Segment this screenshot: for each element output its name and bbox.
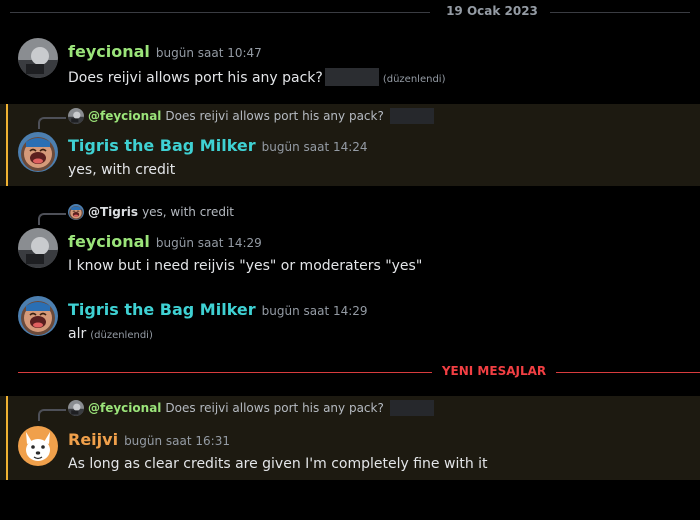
edited-label: (düzenlendi) <box>382 74 446 85</box>
divider-line <box>550 12 690 13</box>
timestamp[interactable]: bugün saat 14:29 <box>262 304 368 318</box>
reply-mention[interactable]: @feycional <box>88 401 161 415</box>
timestamp[interactable]: bugün saat 14:29 <box>156 236 262 250</box>
author-name[interactable]: feycional <box>68 232 150 251</box>
message-item[interactable]: Tigris the Bag Milker bugün saat 14:29 al… <box>0 292 700 352</box>
reply-mention[interactable]: @feycional <box>88 109 161 123</box>
avatar[interactable] <box>18 426 58 466</box>
author-name[interactable]: feycional <box>68 42 150 61</box>
date-divider: 19 Ocak 2023 <box>0 0 700 24</box>
reply-text[interactable]: Does reijvi allows port his any pack? <box>165 109 383 123</box>
mention-highlight-bar <box>6 104 8 186</box>
message-item[interactable]: feycional bugün saat 10:47 Does reijvi al… <box>0 36 700 92</box>
timestamp[interactable]: bugün saat 10:47 <box>156 46 262 60</box>
reply-text[interactable]: Does reijvi allows port his any pack? <box>165 401 383 415</box>
divider-line <box>10 12 430 13</box>
message-content: alr (düzenlendi) <box>68 326 153 342</box>
edited-label: (düzenlendi) <box>90 330 153 341</box>
message-item[interactable]: @Tigris yes, with credit feycional bugün … <box>0 200 700 282</box>
redacted-block <box>389 108 434 124</box>
message-content: Does reijvi allows port his any pack? (dü… <box>68 68 445 86</box>
chat-message-list: 19 Ocak 2023 feycional bugün saat 10:47 D… <box>0 0 700 520</box>
message-text: yes, with credit <box>68 162 176 178</box>
gray-avatar-icon <box>18 228 58 268</box>
avatar[interactable] <box>18 296 58 336</box>
date-divider-label: 19 Ocak 2023 <box>446 4 538 18</box>
message-text: Does reijvi allows port his any pack? <box>68 70 323 86</box>
message-text: alr <box>68 326 87 342</box>
timestamp[interactable]: bugün saat 14:24 <box>262 140 368 154</box>
redacted-block <box>324 68 379 86</box>
gray-avatar-icon <box>68 400 84 416</box>
avatar[interactable] <box>18 132 58 172</box>
reply-spine <box>38 213 66 225</box>
timestamp[interactable]: bugün saat 16:31 <box>124 434 230 448</box>
divider-line <box>556 372 700 373</box>
message-item-highlighted[interactable]: @feycional Does reijvi allows port his a… <box>0 396 700 480</box>
avatar[interactable] <box>18 38 58 78</box>
author-name[interactable]: Tigris the Bag Milker <box>68 300 256 319</box>
fox-avatar-icon <box>18 426 58 466</box>
mention-highlight-bar <box>6 396 8 480</box>
message-text: I know but i need reijvis "yes" or moder… <box>68 258 423 274</box>
reply-mention[interactable]: @Tigris <box>88 205 138 219</box>
laughing-face-avatar-icon <box>68 204 84 220</box>
message-text: As long as clear credits are given I'm c… <box>68 456 488 472</box>
laughing-face-avatar-icon <box>18 132 58 172</box>
divider-line <box>18 372 432 373</box>
gray-avatar-icon <box>68 108 84 124</box>
reply-spine <box>38 409 66 421</box>
author-name[interactable]: Reijvi <box>68 430 118 449</box>
new-messages-divider: YENI MESAJLAR <box>0 362 700 382</box>
message-item-highlighted[interactable]: @feycional Does reijvi allows port his a… <box>0 104 700 186</box>
reply-spine <box>38 117 66 129</box>
redacted-block <box>389 400 434 416</box>
laughing-face-avatar-icon <box>18 296 58 336</box>
reply-text[interactable]: yes, with credit <box>142 205 234 219</box>
new-messages-label: YENI MESAJLAR <box>441 364 547 378</box>
avatar[interactable] <box>18 228 58 268</box>
gray-avatar-icon <box>18 38 58 78</box>
author-name[interactable]: Tigris the Bag Milker <box>68 136 256 155</box>
